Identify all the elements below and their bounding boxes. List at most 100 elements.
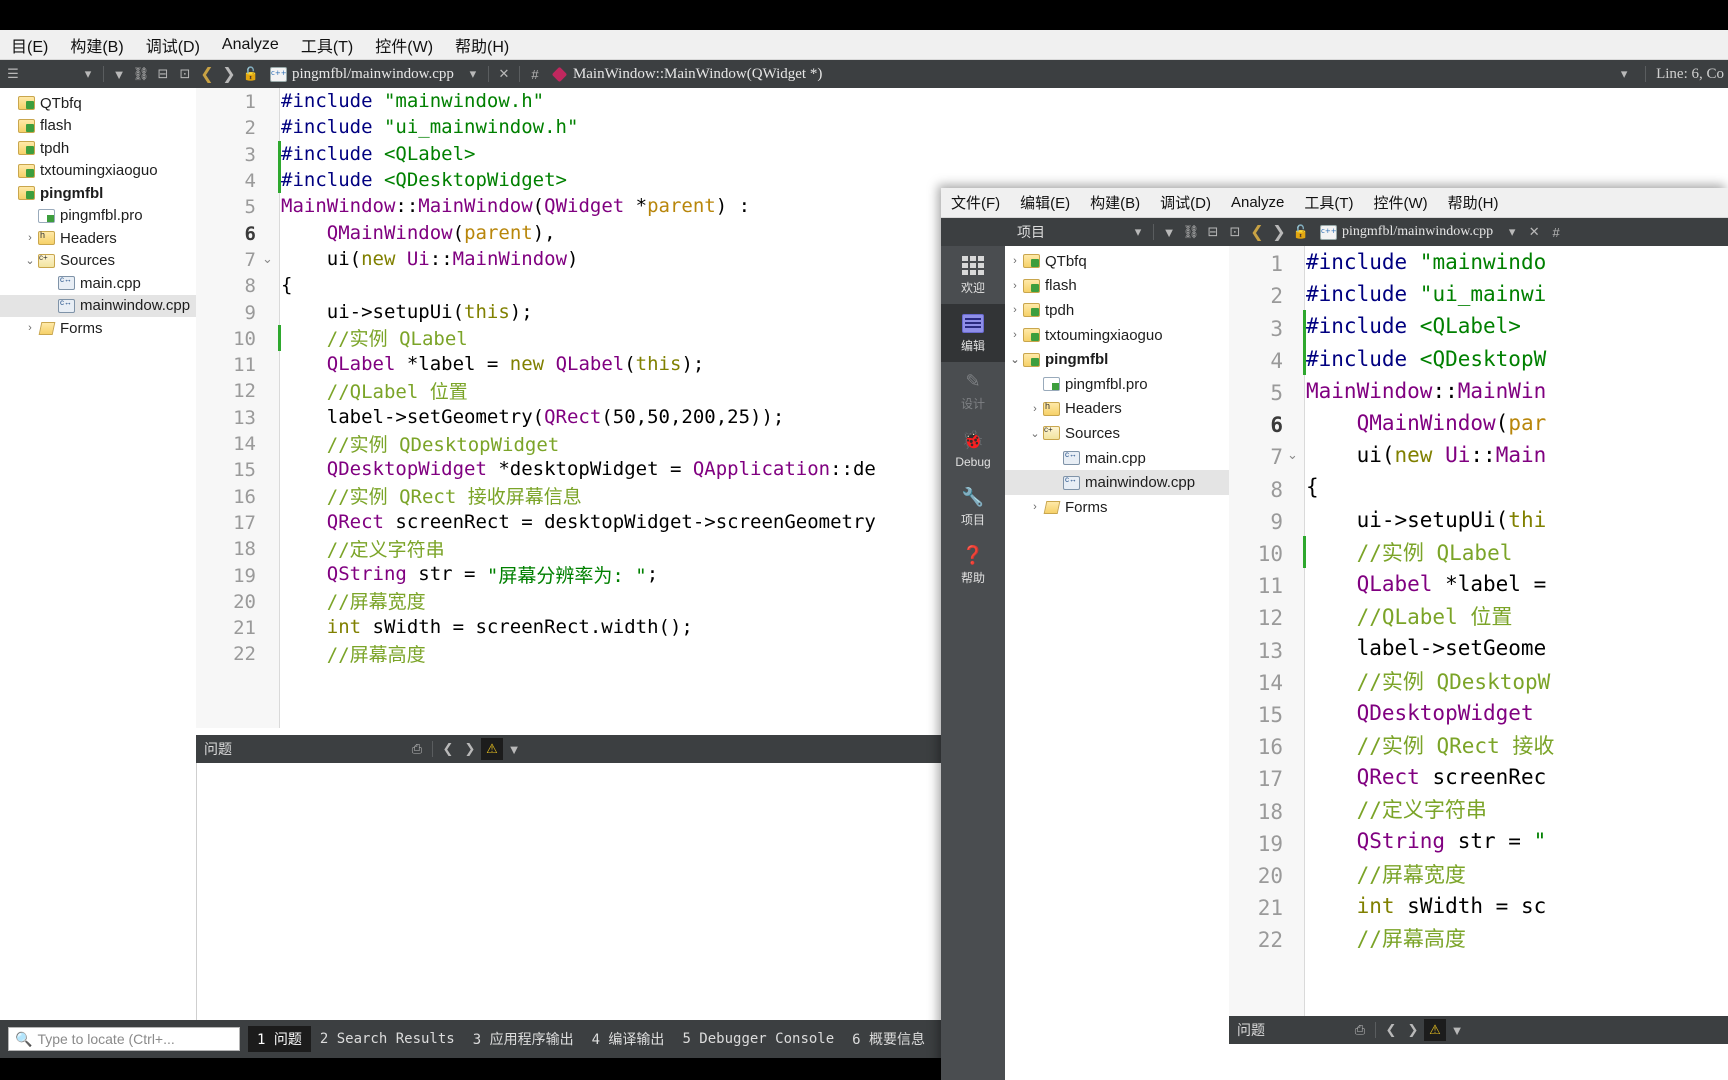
- mode-Debug[interactable]: 🐞 Debug: [941, 420, 1005, 478]
- chevron-right-icon[interactable]: ›: [1007, 304, 1023, 316]
- code-line[interactable]: #include <QDesktopWidget>: [281, 167, 942, 193]
- menu-item-1[interactable]: 构建(B): [59, 31, 134, 59]
- forward-arrow-icon[interactable]: ❯: [1270, 223, 1288, 241]
- code-line[interactable]: //实例 QDesktopWidget: [281, 430, 942, 456]
- code-line[interactable]: ui(new Ui:: Main: [1306, 439, 1728, 471]
- chevron-down-icon[interactable]: ▾: [1129, 223, 1147, 241]
- tree-item-forms[interactable]: › Forms: [0, 317, 196, 340]
- chevron-down-icon[interactable]: ▾: [1615, 65, 1633, 83]
- tree-item-headers[interactable]: › Headers: [1005, 397, 1229, 422]
- open-file-tab[interactable]: pingmfbl/mainwindow.cpp: [262, 60, 462, 88]
- panel-icon[interactable]: ⊡: [1226, 223, 1244, 241]
- mode-项目[interactable]: 🔧 项目: [941, 478, 1005, 536]
- tree-item-txtoumingxiaoguo[interactable]: › txtoumingxiaoguo: [1005, 323, 1229, 348]
- menu-item-0[interactable]: 目(E): [0, 31, 59, 59]
- code-line[interactable]: QLabel *label =: [1306, 568, 1728, 600]
- hash-icon[interactable]: #: [1547, 223, 1565, 241]
- chevron-down-icon[interactable]: ⌄: [22, 254, 38, 267]
- filter-icon[interactable]: ▼: [110, 65, 128, 83]
- code-editor-window1[interactable]: #include "mainwindow.h" #include "ui_main…: [196, 88, 942, 728]
- code-line[interactable]: //屏幕宽度: [1306, 858, 1728, 890]
- code-line[interactable]: //屏幕宽度: [281, 588, 942, 614]
- tree-item-pingmfbl[interactable]: pingmfbl: [0, 182, 196, 205]
- tree-item-tpdh[interactable]: tpdh: [0, 137, 196, 160]
- mode-欢迎[interactable]: 欢迎: [941, 246, 1005, 304]
- code-lines[interactable]: #include "mainwindo #include "ui_mainwi #i…: [1306, 246, 1728, 1016]
- symbol-selector[interactable]: MainWindow::MainWindow(QWidget *): [546, 66, 830, 83]
- code-line[interactable]: QLabel *label = new QLabel(this);: [281, 351, 942, 377]
- mode-selector[interactable]: 欢迎 编辑 ✎ 设计 🐞 Debug 🔧 项目 ❓ 帮助: [941, 246, 1005, 1080]
- chevron-down-icon[interactable]: ▾: [79, 65, 97, 83]
- code-line[interactable]: ui->setupUi(thi: [1306, 504, 1728, 536]
- code-line[interactable]: label->setGeometry(QRect (50,50,200,25));: [281, 404, 942, 430]
- menu-item-0[interactable]: 文件(F): [941, 190, 1010, 215]
- code-line[interactable]: QDesktopWidget: [1306, 697, 1728, 729]
- code-line[interactable]: QString str = "屏幕分辨率为: ";: [281, 561, 942, 587]
- code-line[interactable]: ui(new Ui:: MainWindow): [281, 246, 942, 272]
- menu-item-7[interactable]: 帮助(H): [1438, 190, 1509, 215]
- code-line[interactable]: #include "mainwindo: [1306, 246, 1728, 278]
- code-line[interactable]: QString str = ": [1306, 825, 1728, 857]
- tree-item-headers[interactable]: › Headers: [0, 227, 196, 250]
- mode-帮助[interactable]: ❓ 帮助: [941, 536, 1005, 594]
- forward-arrow-icon[interactable]: ❯: [220, 65, 238, 83]
- chevron-right-icon[interactable]: ›: [1007, 329, 1023, 341]
- back-arrow-icon[interactable]: ❮: [1248, 223, 1266, 241]
- code-line[interactable]: QRect screenRec: [1306, 761, 1728, 793]
- output-pane-button-3[interactable]: 4 编译输出: [583, 1026, 674, 1052]
- back-arrow-icon[interactable]: ❮: [198, 65, 216, 83]
- chevron-down-icon[interactable]: ▾: [464, 65, 482, 83]
- filter-icon[interactable]: ▼: [1160, 223, 1178, 241]
- clear-icon[interactable]: ⎙: [1349, 1019, 1371, 1041]
- tree-item-qtbfq[interactable]: › QTbfq: [1005, 249, 1229, 274]
- output-pane-button-5[interactable]: 6 概要信息: [843, 1026, 934, 1052]
- lock-icon[interactable]: 🔓: [1292, 223, 1310, 241]
- split-icon[interactable]: ⊟: [154, 65, 172, 83]
- lock-icon[interactable]: 🔓: [242, 65, 260, 83]
- code-line[interactable]: #include <QLabel>: [1306, 310, 1728, 342]
- hash-icon[interactable]: #: [526, 65, 544, 83]
- tree-item-flash[interactable]: flash: [0, 115, 196, 138]
- tree-item-pingmfbl[interactable]: ⌄ pingmfbl: [1005, 347, 1229, 372]
- fold-chevron-down-icon[interactable]: ⌄: [1287, 447, 1298, 463]
- code-line[interactable]: MainWindow:: MainWindow(QWidget * parent) …: [281, 193, 942, 219]
- tree-item-sources[interactable]: ⌄ Sources: [0, 250, 196, 273]
- code-line[interactable]: int sWidth = screenRect.width();: [281, 614, 942, 640]
- link-icon[interactable]: ⛓: [1182, 223, 1200, 241]
- close-icon[interactable]: ✕: [495, 65, 513, 83]
- code-line[interactable]: {: [281, 272, 942, 298]
- menu-item-4[interactable]: Analyze: [1221, 192, 1294, 213]
- next-icon[interactable]: ❯: [459, 738, 481, 760]
- code-line[interactable]: //实例 QLabel: [281, 325, 942, 351]
- tree-item-qtbfq[interactable]: QTbfq: [0, 92, 196, 115]
- code-line[interactable]: //屏幕高度: [281, 640, 942, 666]
- link-icon[interactable]: ⛓: [132, 65, 150, 83]
- menu-item-6[interactable]: 控件(W): [1364, 190, 1438, 215]
- output-pane-button-2[interactable]: 3 应用程序输出: [464, 1026, 583, 1052]
- code-line[interactable]: label->setGeome: [1306, 632, 1728, 664]
- open-file-tab-window2[interactable]: pingmfbl/mainwindow.cpp: [1312, 218, 1501, 246]
- close-icon[interactable]: ✕: [1525, 223, 1543, 241]
- chevron-down-icon[interactable]: ⌄: [1007, 353, 1023, 366]
- tree-item-flash[interactable]: › flash: [1005, 274, 1229, 299]
- code-lines[interactable]: #include "mainwindow.h" #include "ui_main…: [281, 88, 942, 728]
- code-line[interactable]: #include "mainwindow.h": [281, 88, 942, 114]
- tree-item-sources[interactable]: ⌄ Sources: [1005, 421, 1229, 446]
- code-line[interactable]: //定义字符串: [1306, 793, 1728, 825]
- project-selector-area[interactable]: ☰ ▾ ▼ ⛓ ⊟ ⊡: [0, 60, 196, 88]
- code-line[interactable]: {: [1306, 471, 1728, 503]
- tree-item-mainwindow-cpp[interactable]: mainwindow.cpp: [0, 294, 196, 317]
- tree-item-forms[interactable]: › Forms: [1005, 495, 1229, 520]
- filter-icon[interactable]: ▼: [503, 738, 525, 760]
- code-line[interactable]: //屏幕高度: [1306, 922, 1728, 954]
- code-line[interactable]: #include <QDesktopW: [1306, 343, 1728, 375]
- menu-item-2[interactable]: 构建(B): [1080, 190, 1150, 215]
- code-line[interactable]: //实例 QLabel: [1306, 536, 1728, 568]
- qt-creator-window-front[interactable]: 文件(F) 编辑(E) 构建(B) 调试(D) Analyze 工具(T) 控件(W) 帮助(…: [941, 188, 1728, 1080]
- mode-设计[interactable]: ✎ 设计: [941, 362, 1005, 420]
- filter-icon[interactable]: ▼: [1446, 1019, 1468, 1041]
- code-line[interactable]: //实例 QRect 接收: [1306, 729, 1728, 761]
- menu-item-6[interactable]: 帮助(H): [444, 31, 520, 59]
- issues-panel-header-window1[interactable]: 问题 ⎙ ❮ ❯ ⚠ ▼: [196, 735, 942, 763]
- clear-icon[interactable]: ⎙: [406, 738, 428, 760]
